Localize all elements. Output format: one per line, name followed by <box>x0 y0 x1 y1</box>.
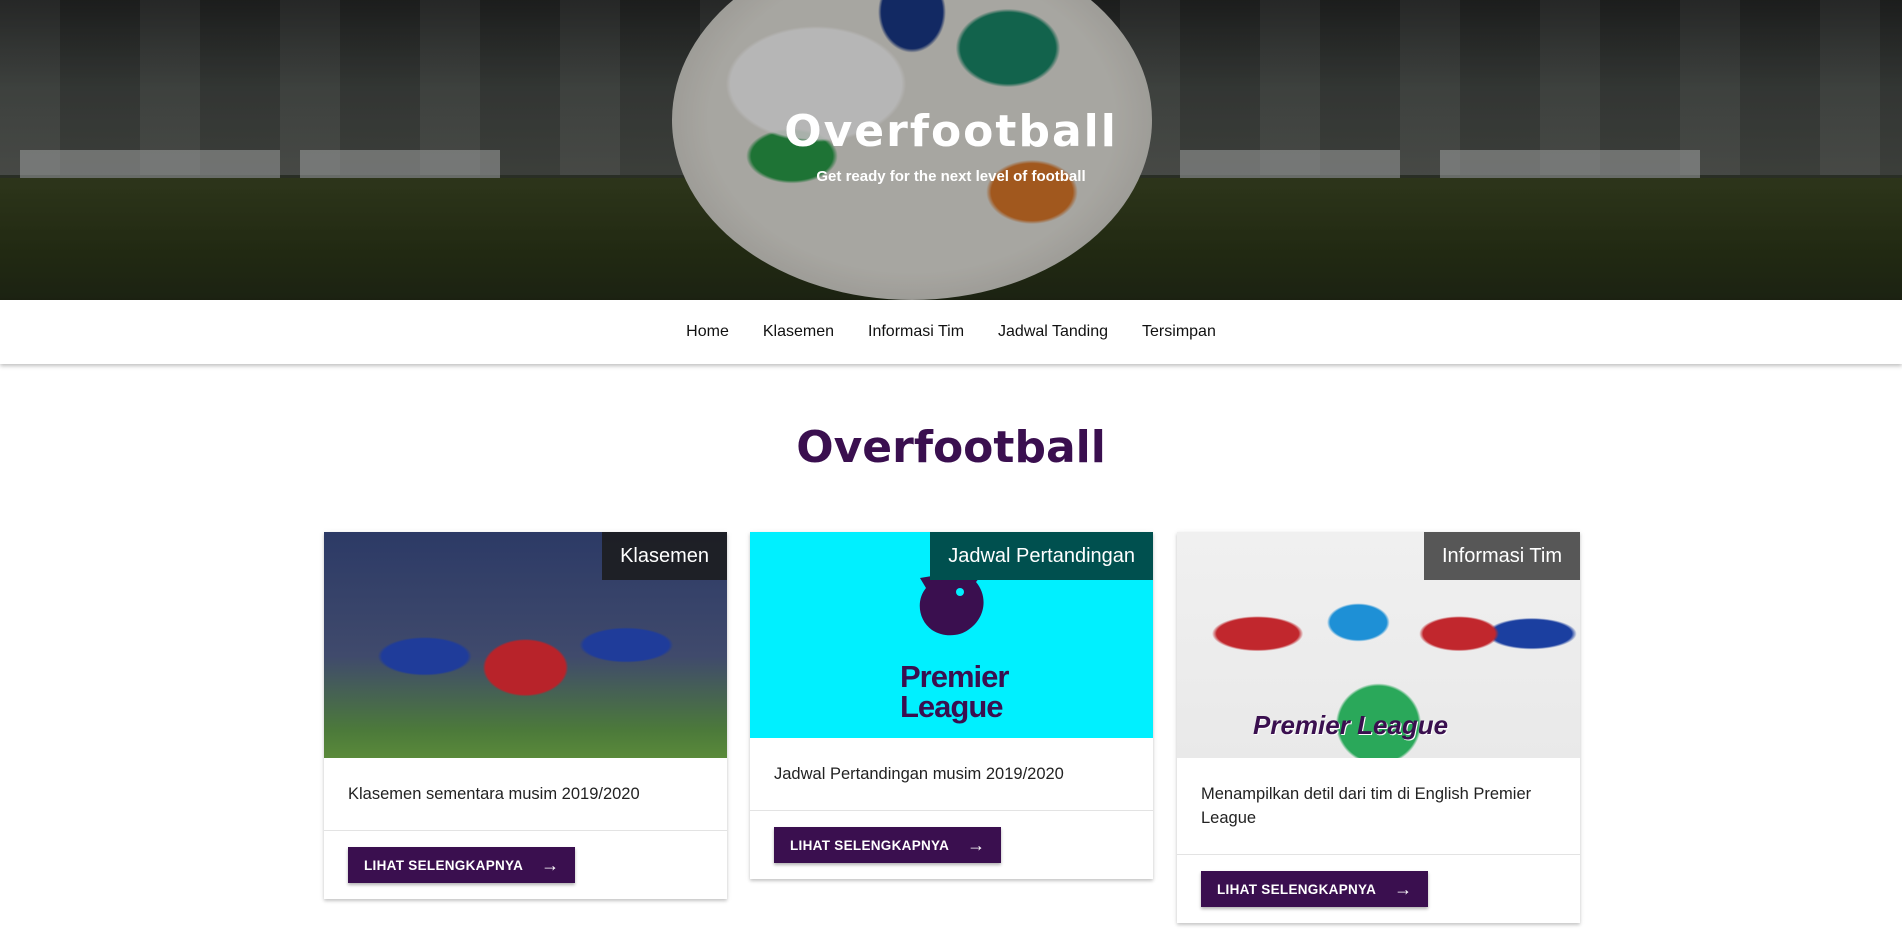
nav-item-jadwal-tanding[interactable]: Jadwal Tanding <box>981 300 1125 364</box>
card-image-team-poster: Premier League Informasi Tim <box>1177 532 1580 758</box>
lihat-selengkapnya-button[interactable]: LIHAT SELENGKAPNYA → <box>1201 871 1429 907</box>
button-label: LIHAT SELENGKAPNYA <box>1217 881 1377 897</box>
nav-item-home[interactable]: Home <box>669 300 746 364</box>
premier-league-poster-text: Premier League <box>1253 710 1449 740</box>
card-tag: Klasemen <box>602 532 727 580</box>
nav-item-tersimpan[interactable]: Tersimpan <box>1125 300 1233 364</box>
premier-league-logo-text: Premier League <box>900 659 1009 724</box>
card-action: LIHAT SELENGKAPNYA → <box>324 831 727 899</box>
hero-title: Overfootball <box>784 106 1118 157</box>
card-description: Menampilkan detil dari tim di English Pr… <box>1177 758 1580 855</box>
card-image-premier-league: Premier League Jadwal Pertandingan <box>750 532 1153 738</box>
card-description: Jadwal Pertandingan musim 2019/2020 <box>750 738 1153 811</box>
lihat-selengkapnya-button[interactable]: LIHAT SELENGKAPNYA → <box>348 847 576 883</box>
card-jadwal-pertandingan: Premier League Jadwal Pertandingan Jadwal… <box>750 532 1153 879</box>
arrow-right-icon: → <box>1394 879 1413 899</box>
card-tag: Jadwal Pertandingan <box>930 532 1153 580</box>
hero-banner: Overfootball Get ready for the next leve… <box>0 0 1902 300</box>
card-action: LIHAT SELENGKAPNYA → <box>750 811 1153 879</box>
arrow-right-icon: → <box>541 855 560 875</box>
card-description: Klasemen sementara musim 2019/2020 <box>324 758 727 831</box>
arrow-right-icon: → <box>967 835 986 855</box>
card-image-players: Klasemen <box>324 532 727 758</box>
page-title: Overfootball <box>796 422 1106 473</box>
nav-item-klasemen[interactable]: Klasemen <box>746 300 851 364</box>
lihat-selengkapnya-button[interactable]: LIHAT SELENGKAPNYA → <box>774 827 1002 863</box>
card-informasi-tim: Premier League Informasi Tim Menampilkan… <box>1177 532 1580 923</box>
button-label: LIHAT SELENGKAPNYA <box>364 857 524 873</box>
main-nav: Home Klasemen Informasi Tim Jadwal Tandi… <box>0 300 1902 364</box>
hero-subtitle: Get ready for the next level of football <box>816 168 1086 185</box>
card-action: LIHAT SELENGKAPNYA → <box>1177 855 1580 923</box>
nav-item-informasi-tim[interactable]: Informasi Tim <box>851 300 981 364</box>
card-klasemen: Klasemen Klasemen sementara musim 2019/2… <box>324 532 727 899</box>
card-tag: Informasi Tim <box>1423 532 1580 580</box>
button-label: LIHAT SELENGKAPNYA <box>790 837 950 853</box>
